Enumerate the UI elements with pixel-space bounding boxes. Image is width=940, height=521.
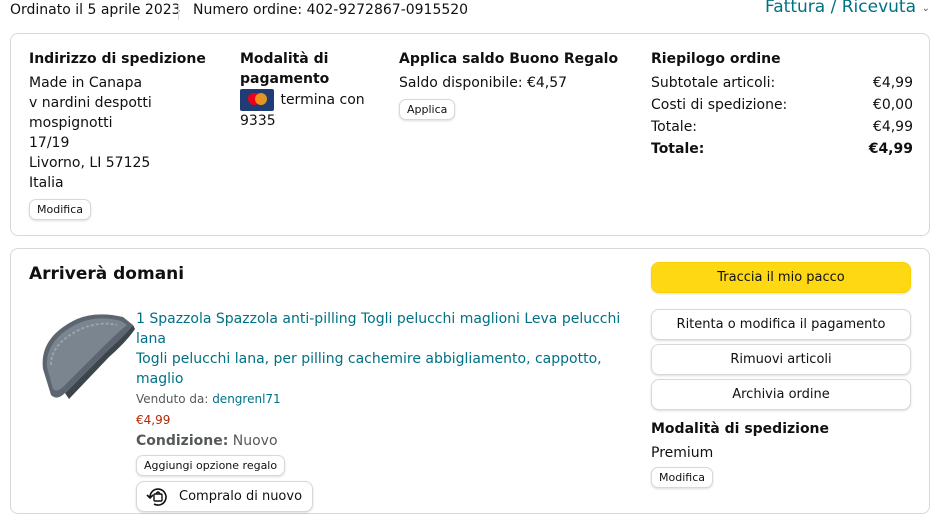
card-last-digits: 9335 bbox=[240, 113, 276, 129]
shipping-address-section: Indirizzo di spedizione Made in Canapa v… bbox=[29, 49, 229, 220]
product-title-link[interactable]: 1 Spazzola Spazzola anti-pilling Togli p… bbox=[136, 309, 626, 389]
summary-total-row: Totale: €4,99 bbox=[651, 139, 913, 161]
buy-again-button[interactable]: Compralo di nuovo bbox=[136, 481, 314, 512]
payment-method-title-1: Modalità di bbox=[240, 51, 329, 67]
payment-method-section: Modalità di pagamento termina con 9335 bbox=[240, 49, 390, 131]
shipment-card: Arriverà domani 1 Spazzola Spazzola anti… bbox=[10, 248, 930, 514]
address-line: Italia bbox=[29, 175, 64, 191]
track-package-button[interactable]: Traccia il mio pacco bbox=[651, 262, 911, 293]
product-price: €4,99 bbox=[136, 413, 171, 427]
condition-value: Nuovo bbox=[228, 433, 278, 449]
summary-label: Costi di spedizione: bbox=[651, 97, 788, 113]
condition-label: Condizione: bbox=[136, 433, 229, 449]
gift-card-section: Applica saldo Buono Regalo Saldo disponi… bbox=[399, 49, 629, 120]
address-line: Livorno, LI 57125 bbox=[29, 155, 151, 171]
seller-info: Venduto da: dengrenl71 bbox=[136, 391, 626, 407]
delivery-status-title: Arriverà domani bbox=[29, 264, 185, 284]
summary-label: Totale: bbox=[651, 119, 698, 135]
product-condition: Condizione: Nuovo bbox=[136, 431, 626, 451]
product-title-line[interactable]: Togli pelucchi lana, per pilling cachemi… bbox=[136, 349, 626, 389]
payment-card-info: termina con bbox=[240, 89, 390, 111]
summary-value: €4,99 bbox=[872, 75, 913, 91]
product-info: 1 Spazzola Spazzola anti-pilling Togli p… bbox=[136, 309, 626, 512]
summary-row: Costi di spedizione: €0,00 bbox=[651, 95, 913, 117]
buy-again-label[interactable]: Compralo di nuovo bbox=[179, 489, 302, 504]
payment-method-title-2: pagamento bbox=[240, 71, 330, 87]
gift-card-balance: Saldo disponibile: €4,57 bbox=[399, 75, 568, 91]
shipping-mode-title: Modalità di spedizione bbox=[651, 421, 830, 437]
remove-items-button[interactable]: Rimuovi articoli bbox=[651, 344, 911, 375]
product-image[interactable] bbox=[37, 307, 137, 405]
seller-link[interactable]: dengrenl71 bbox=[212, 392, 280, 406]
buy-again-icon bbox=[146, 487, 167, 506]
gift-card-title: Applica saldo Buono Regalo bbox=[399, 51, 619, 67]
order-details-card: Indirizzo di spedizione Made in Canapa v… bbox=[10, 33, 930, 236]
order-date: Ordinato il 5 aprile 2023 bbox=[10, 2, 181, 18]
product-title-line[interactable]: 1 Spazzola Spazzola anti-pilling Togli p… bbox=[136, 309, 626, 349]
shipping-mode-section: Modalità di spedizione Premium Modifica bbox=[651, 419, 911, 488]
edit-shipping-mode-button[interactable]: Modifica bbox=[651, 467, 713, 488]
sold-by-label: Venduto da: bbox=[136, 392, 213, 406]
header-divider bbox=[178, 4, 179, 20]
address-line: 17/19 bbox=[29, 135, 70, 151]
summary-label: Subtotale articoli: bbox=[651, 75, 776, 91]
shipping-address-title: Indirizzo di spedizione bbox=[29, 51, 206, 67]
archive-order-button[interactable]: Archivia ordine bbox=[651, 379, 911, 410]
retry-payment-button[interactable]: Ritenta o modifica il pagamento bbox=[651, 309, 911, 340]
card-ending-text: termina con bbox=[280, 92, 365, 108]
order-summary-title: Riepilogo ordine bbox=[651, 51, 781, 67]
order-header: Ordinato il 5 aprile 2023 Numero ordine:… bbox=[10, 0, 930, 24]
invoice-link[interactable]: Fattura / Ricevuta bbox=[765, 0, 916, 17]
address-line: Made in Canapa bbox=[29, 75, 143, 91]
address-line: v nardini despotti mospignotti bbox=[29, 95, 152, 131]
summary-row: Totale: €4,99 bbox=[651, 117, 913, 139]
chevron-down-icon[interactable]: ⌄ bbox=[922, 3, 930, 14]
order-summary-section: Riepilogo ordine Subtotale articoli: €4,… bbox=[651, 49, 913, 161]
apply-gift-card-button[interactable]: Applica bbox=[399, 99, 456, 120]
order-number: Numero ordine: 402-9272867-0915520 bbox=[193, 2, 469, 18]
summary-row: Subtotale articoli: €4,99 bbox=[651, 73, 913, 95]
summary-total-value: €4,99 bbox=[868, 141, 913, 157]
summary-value: €0,00 bbox=[872, 97, 913, 113]
summary-value: €4,99 bbox=[872, 119, 913, 135]
shipping-mode-value: Premium bbox=[651, 445, 714, 461]
edit-address-button[interactable]: Modifica bbox=[29, 199, 91, 220]
summary-total-label: Totale: bbox=[651, 141, 705, 157]
add-gift-option-button[interactable]: Aggiungi opzione regalo bbox=[136, 455, 286, 476]
mastercard-icon bbox=[240, 89, 274, 111]
